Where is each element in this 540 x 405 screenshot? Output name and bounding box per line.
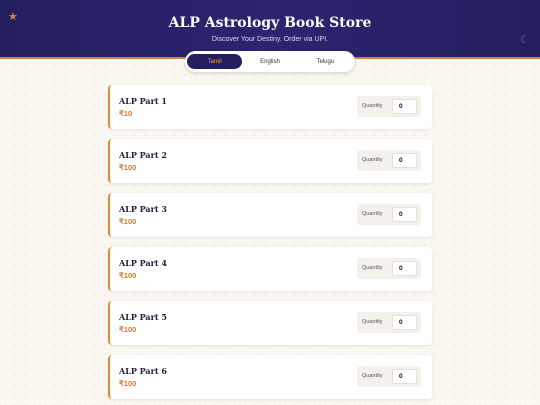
- quantity-control: Quantity: [357, 258, 421, 279]
- quantity-control: Quantity: [357, 96, 421, 117]
- quantity-input[interactable]: [392, 369, 417, 384]
- book-price: ₹100: [119, 163, 137, 172]
- quantity-input[interactable]: [392, 207, 417, 222]
- book-name: ALP Part 5: [119, 312, 167, 322]
- quantity-input[interactable]: [392, 261, 417, 276]
- tab-telugu[interactable]: Telugu: [298, 54, 353, 69]
- book-card: ALP Part 3 ₹100 Quantity: [108, 193, 432, 237]
- quantity-control: Quantity: [357, 204, 421, 225]
- book-price: ₹100: [119, 217, 137, 226]
- quantity-input[interactable]: [392, 153, 417, 168]
- quantity-input[interactable]: [392, 99, 417, 114]
- language-tabs: Tamil English Telugu: [185, 51, 355, 72]
- book-card: ALP Part 1 ₹10 Quantity: [108, 85, 432, 129]
- book-card: ALP Part 6 ₹100 Quantity: [108, 355, 432, 399]
- book-name: ALP Part 1: [119, 96, 167, 106]
- book-name: ALP Part 6: [119, 366, 167, 376]
- book-card: ALP Part 5 ₹100 Quantity: [108, 301, 432, 345]
- quantity-control: Quantity: [357, 150, 421, 171]
- quantity-label: Quantity: [362, 211, 383, 217]
- book-card: ALP Part 2 ₹100 Quantity: [108, 139, 432, 183]
- quantity-control: Quantity: [357, 366, 421, 387]
- quantity-input[interactable]: [392, 315, 417, 330]
- store-subtitle: Discover Your Destiny. Order via UPI.: [211, 36, 329, 43]
- quantity-label: Quantity: [362, 319, 383, 325]
- book-price: ₹100: [119, 379, 137, 388]
- store-title: ALP Astrology Book Store: [168, 15, 372, 31]
- tab-english[interactable]: English: [242, 54, 297, 69]
- book-price: ₹100: [119, 325, 137, 334]
- quantity-label: Quantity: [362, 265, 383, 271]
- book-name: ALP Part 2: [119, 150, 167, 160]
- tab-tamil[interactable]: Tamil: [187, 54, 243, 69]
- book-price: ₹100: [119, 271, 137, 280]
- book-list: ALP Part 1 ₹10 Quantity ALP Part 2 ₹100 …: [108, 85, 432, 405]
- quantity-label: Quantity: [362, 157, 383, 163]
- book-name: ALP Part 3: [119, 204, 167, 214]
- quantity-control: Quantity: [357, 312, 421, 333]
- book-card: ALP Part 4 ₹100 Quantity: [108, 247, 432, 291]
- quantity-label: Quantity: [362, 103, 383, 109]
- book-name: ALP Part 4: [119, 258, 167, 268]
- book-price: ₹10: [119, 109, 133, 118]
- quantity-label: Quantity: [362, 373, 383, 379]
